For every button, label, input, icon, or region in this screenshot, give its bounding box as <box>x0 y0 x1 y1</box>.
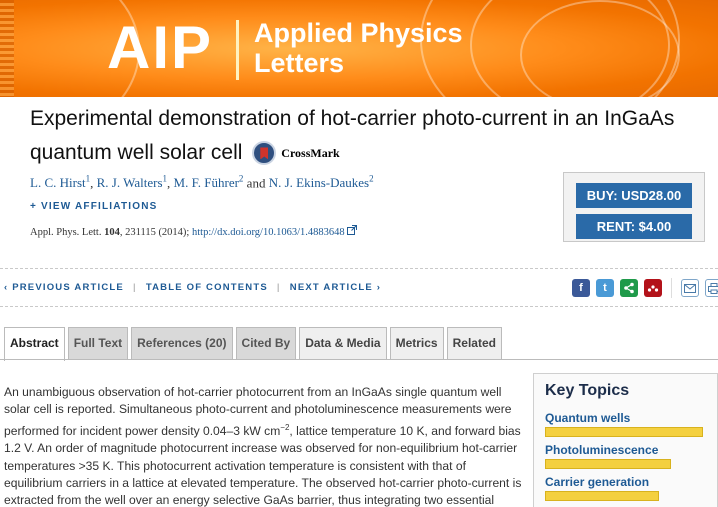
article-tabs: Abstract Full Text References (20) Cited… <box>4 327 502 361</box>
tab-related[interactable]: Related <box>446 327 502 359</box>
key-topics-heading: Key Topics <box>545 382 630 399</box>
journal-name-line2: Letters <box>254 48 345 78</box>
key-topics-panel: Key Topics Quantum wells Photoluminescen… <box>533 373 718 507</box>
topic-link[interactable]: Quantum wells <box>545 411 706 425</box>
topic-relevance-bar <box>545 459 672 469</box>
author-conjunction: and <box>246 175 266 191</box>
author-link[interactable]: N. J. Ekins-Daukes2 <box>269 174 374 190</box>
journal-name[interactable]: Applied Physics Letters <box>254 18 463 78</box>
toolbar-separator <box>671 278 672 298</box>
tab-abstract[interactable]: Abstract <box>4 327 65 361</box>
article-navigation: ‹ PREVIOUS ARTICLE | TABLE OF CONTENTS |… <box>4 282 381 293</box>
buy-button[interactable]: BUY: USD28.00 <box>576 183 692 208</box>
citation-details: , 231115 (2014); <box>119 227 190 238</box>
next-article-link[interactable]: NEXT ARTICLE › <box>290 282 381 293</box>
facebook-icon[interactable]: f <box>572 279 590 297</box>
divider-line <box>0 268 718 269</box>
doi-link[interactable]: http://dx.doi.org/10.1063/1.4883648 <box>192 227 345 238</box>
nav-separator: | <box>132 282 137 293</box>
logo-divider <box>236 20 239 80</box>
purchase-box: BUY: USD28.00 RENT: $4.00 <box>563 172 705 242</box>
crossmark-icon <box>252 141 277 166</box>
tab-cited-by[interactable]: Cited By <box>235 327 297 359</box>
table-of-contents-link[interactable]: TABLE OF CONTENTS <box>146 282 268 293</box>
twitter-icon[interactable]: t <box>596 279 614 297</box>
citation: Appl. Phys. Lett. 104, 231115 (2014); ht… <box>30 225 358 238</box>
author-link[interactable]: R. J. Walters1 <box>97 174 167 190</box>
journal-name-line1: Applied Physics <box>254 18 463 48</box>
tab-data-media[interactable]: Data & Media <box>299 327 387 359</box>
topic-link[interactable]: Carrier generation <box>545 475 706 489</box>
author-link[interactable]: L. C. Hirst1 <box>30 174 90 190</box>
topic-item[interactable]: Quantum wells <box>545 411 706 437</box>
topic-relevance-bar <box>545 491 659 501</box>
abstract-text: An unambiguous observation of hot-carrie… <box>4 384 526 507</box>
tab-full-text[interactable]: Full Text <box>67 327 129 359</box>
mendeley-icon[interactable] <box>644 279 662 297</box>
share-toolbar: f t <box>572 278 718 298</box>
author-list: L. C. Hirst1, R. J. Walters1, M. F. Führ… <box>30 174 374 191</box>
title-line2: quantum well solar cell <box>30 141 243 164</box>
topic-item[interactable]: Photoluminescence <box>545 443 706 469</box>
crossmark-label: CrossMark <box>281 146 340 161</box>
tab-references[interactable]: References (20) <box>131 327 233 359</box>
external-link-icon[interactable] <box>347 225 358 235</box>
title-line1: Experimental demonstration of hot-carrie… <box>30 107 675 130</box>
citation-volume: 104 <box>104 227 120 238</box>
aip-logo[interactable]: AIP <box>107 14 213 82</box>
share-icon[interactable] <box>620 279 638 297</box>
nav-separator: | <box>276 282 281 293</box>
print-icon[interactable] <box>705 279 718 297</box>
topic-relevance-bar <box>545 427 703 437</box>
divider-line <box>0 306 718 307</box>
rent-button[interactable]: RENT: $4.00 <box>576 214 692 239</box>
tabs-baseline <box>0 359 718 360</box>
email-icon[interactable] <box>681 279 699 297</box>
view-affiliations-link[interactable]: + VIEW AFFILIATIONS <box>30 201 158 212</box>
article-title: Experimental demonstration of hot-carrie… <box>30 102 710 170</box>
crossmark-badge[interactable]: CrossMark <box>252 136 340 170</box>
journal-banner[interactable]: AIP Applied Physics Letters <box>0 0 718 97</box>
previous-article-link[interactable]: ‹ PREVIOUS ARTICLE <box>4 282 124 293</box>
topic-item[interactable]: Carrier generation <box>545 475 706 501</box>
topic-link[interactable]: Photoluminescence <box>545 443 706 457</box>
author-link[interactable]: M. F. Führer2 <box>174 174 244 190</box>
tab-metrics[interactable]: Metrics <box>389 327 444 359</box>
citation-journal: Appl. Phys. Lett. <box>30 227 102 238</box>
